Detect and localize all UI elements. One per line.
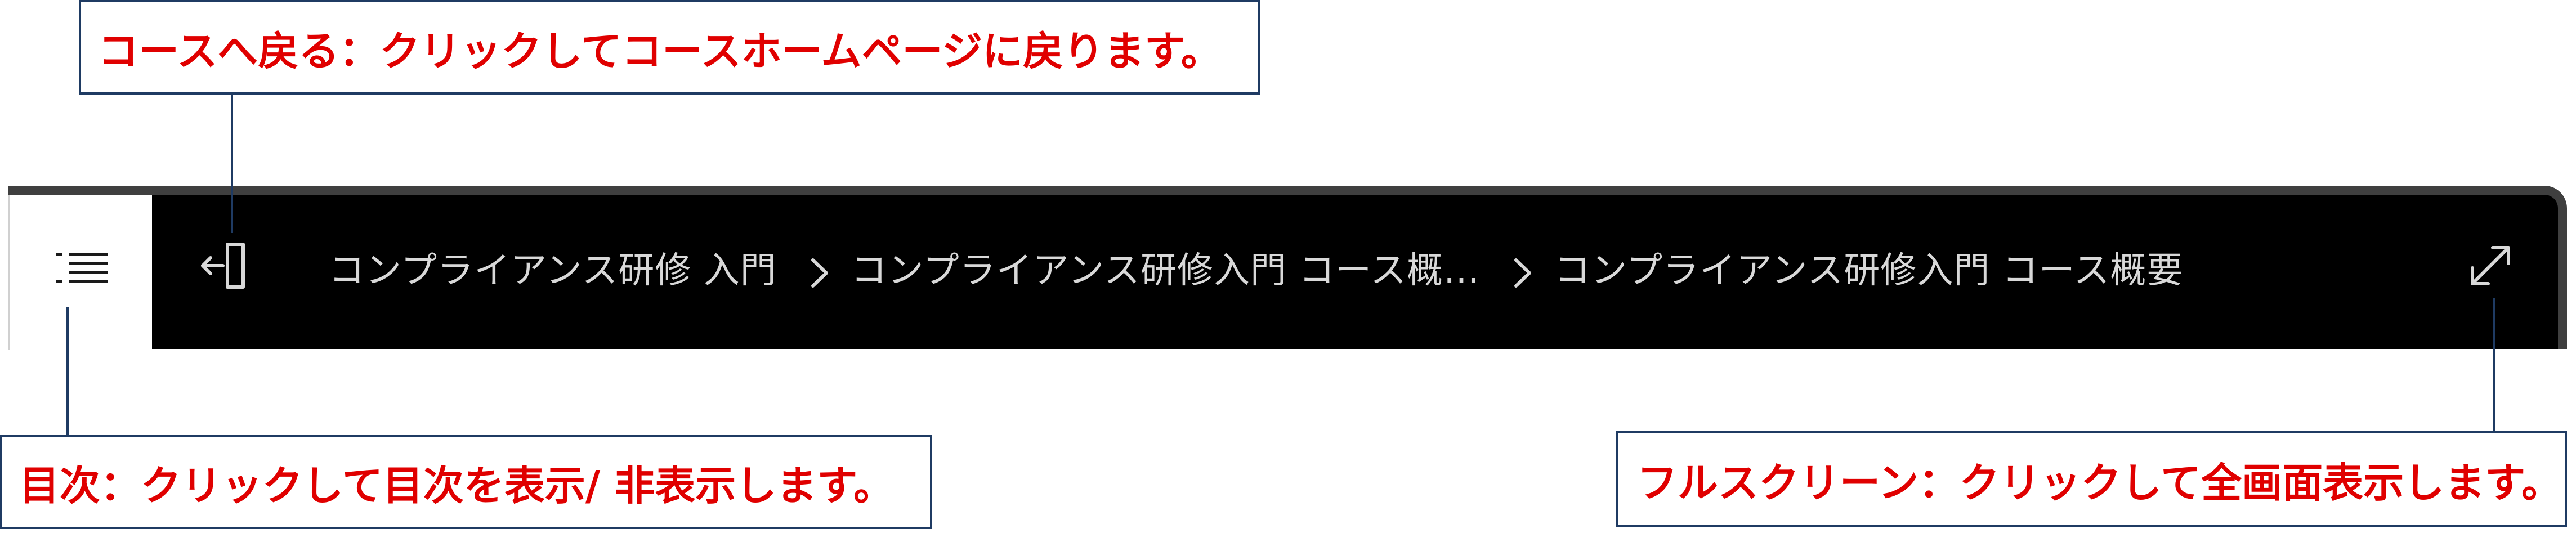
- breadcrumb-item-current: コンプライアンス研修入門 コース概要: [1554, 250, 2184, 292]
- expand-diagonal-icon[interactable]: [2467, 242, 2514, 289]
- breadcrumb-item-section[interactable]: コンプライアンス研修入門 コース概…: [851, 241, 1480, 293]
- annotated-screenshot: コンプライアンス研修 入門 コンプライアンス研修入門 コース概… コンプライアン…: [0, 0, 2576, 533]
- exit-to-course-icon[interactable]: [200, 240, 248, 290]
- callout-leader-fullscreen: [2493, 298, 2495, 431]
- breadcrumb: コンプライアンス研修 入門 コンプライアンス研修入門 コース概… コンプライアン…: [329, 242, 2183, 293]
- chevron-right-icon: [1514, 258, 1531, 288]
- breadcrumb-item-course[interactable]: コンプライアンス研修 入門: [329, 241, 777, 293]
- list-icon[interactable]: [56, 251, 108, 285]
- callout-toc: 目次：クリックして目次を表示/ 非表示します。: [0, 435, 932, 529]
- callout-back-to-course: コースへ戻る：クリックしてコースホームページに戻ります。: [79, 0, 1260, 95]
- callout-leader-back: [231, 95, 233, 233]
- chevron-right-icon: [811, 258, 828, 288]
- callout-fullscreen: フルスクリーン：クリックして全画面表示します。: [1616, 431, 2567, 527]
- callout-leader-toc: [66, 307, 69, 435]
